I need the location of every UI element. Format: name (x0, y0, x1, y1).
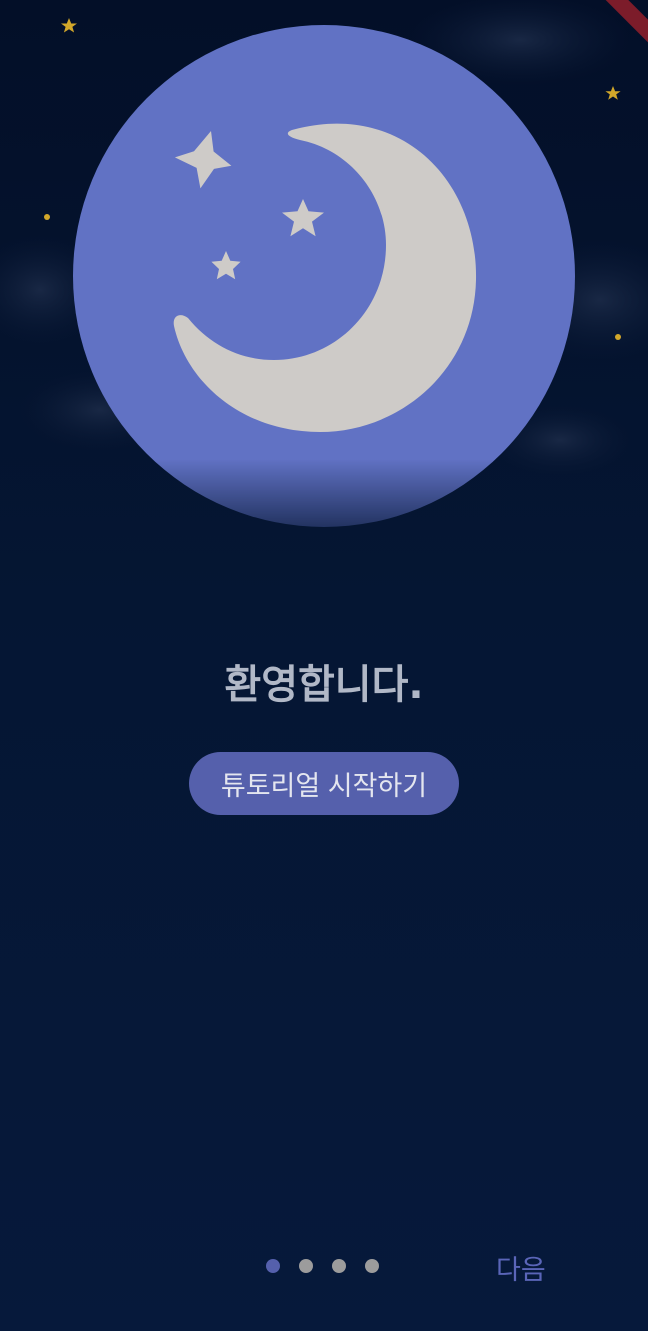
moon-disc (73, 25, 575, 527)
onboarding-screen: 환영합니다. 튜토리얼 시작하기 다음 (0, 0, 648, 1331)
page-dot-1[interactable] (266, 1259, 280, 1273)
start-tutorial-button[interactable]: 튜토리얼 시작하기 (189, 752, 459, 815)
welcome-title: 환영합니다. (224, 662, 424, 708)
star-icon (615, 334, 621, 340)
star-icon (44, 214, 50, 220)
star-icon (61, 18, 77, 33)
debug-banner (588, 0, 648, 60)
page-dot-4[interactable] (365, 1259, 379, 1273)
page-indicator (266, 1259, 379, 1273)
star-icon (605, 86, 621, 100)
page-dot-2[interactable] (299, 1259, 313, 1273)
night-sky-illustration (0, 0, 648, 527)
page-dot-3[interactable] (332, 1259, 346, 1273)
next-button[interactable]: 다음 (496, 1248, 546, 1287)
